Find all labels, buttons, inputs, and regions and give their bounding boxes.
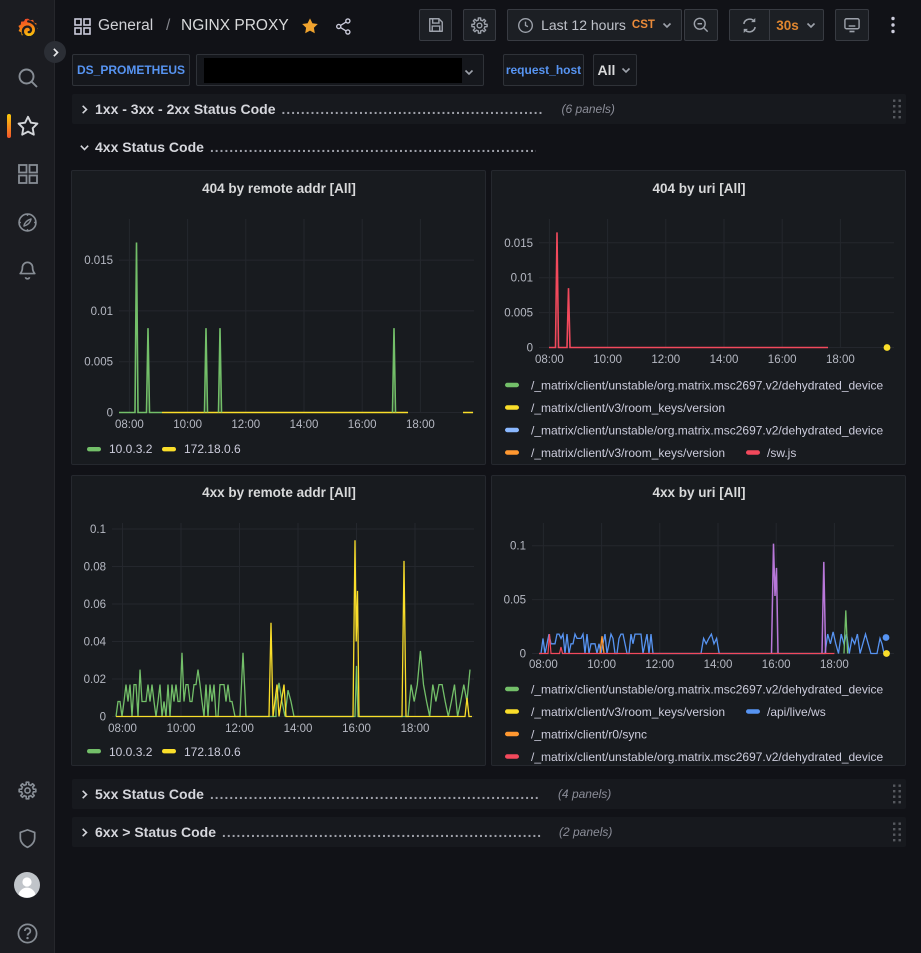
svg-text:16:00: 16:00 <box>348 419 377 431</box>
svg-text:14:00: 14:00 <box>284 723 313 735</box>
svg-text:12:00: 12:00 <box>225 723 254 735</box>
svg-text:404 by remote addr [All]: 404 by remote addr [All] <box>202 181 356 196</box>
svg-text:10:00: 10:00 <box>167 723 196 735</box>
svg-text:08:00: 08:00 <box>108 723 137 735</box>
svg-text:/sw.js: /sw.js <box>767 446 796 460</box>
svg-text:08:00: 08:00 <box>529 659 558 671</box>
svg-text:/_matrix/client/v3/room_keys/v: /_matrix/client/v3/room_keys/version <box>531 401 725 415</box>
svg-text:4xx by uri [All]: 4xx by uri [All] <box>652 485 745 500</box>
svg-text:0.05: 0.05 <box>504 595 526 607</box>
svg-text:0.02: 0.02 <box>84 674 106 686</box>
svg-text:0: 0 <box>100 712 106 724</box>
svg-text:12:00: 12:00 <box>645 659 674 671</box>
svg-text:4xx by remote addr [All]: 4xx by remote addr [All] <box>202 485 356 500</box>
svg-text:18:00: 18:00 <box>401 723 430 735</box>
svg-text:12:00: 12:00 <box>231 419 260 431</box>
svg-text:0.1: 0.1 <box>510 541 526 553</box>
svg-text:10:00: 10:00 <box>587 659 616 671</box>
svg-text:0.01: 0.01 <box>511 273 533 285</box>
svg-text:0: 0 <box>107 408 113 420</box>
svg-text:16:00: 16:00 <box>342 723 371 735</box>
svg-text:12:00: 12:00 <box>651 354 680 366</box>
svg-text:/_matrix/client/v3/room_keys/v: /_matrix/client/v3/room_keys/version <box>531 446 725 460</box>
svg-text:/_matrix/client/r0/sync: /_matrix/client/r0/sync <box>531 727 647 741</box>
svg-text:0.015: 0.015 <box>504 238 533 250</box>
svg-text:18:00: 18:00 <box>820 659 849 671</box>
svg-text:16:00: 16:00 <box>762 659 791 671</box>
svg-text:0.01: 0.01 <box>91 306 113 318</box>
svg-text:0.015: 0.015 <box>84 255 113 267</box>
svg-text:14:00: 14:00 <box>704 659 733 671</box>
svg-text:/api/live/ws: /api/live/ws <box>767 705 826 719</box>
svg-text:172.18.0.6: 172.18.0.6 <box>184 442 241 456</box>
svg-text:16:00: 16:00 <box>768 354 797 366</box>
svg-text:/_matrix/client/unstable/org.m: /_matrix/client/unstable/org.matrix.msc2… <box>531 378 884 392</box>
svg-text:0: 0 <box>520 649 526 661</box>
svg-text:0.005: 0.005 <box>84 357 113 369</box>
svg-text:10:00: 10:00 <box>173 419 202 431</box>
svg-text:18:00: 18:00 <box>406 419 435 431</box>
svg-text:0.08: 0.08 <box>84 562 106 574</box>
svg-text:172.18.0.6: 172.18.0.6 <box>184 745 241 759</box>
svg-text:/_matrix/client/unstable/org.m: /_matrix/client/unstable/org.matrix.msc2… <box>531 750 884 764</box>
svg-text:10:00: 10:00 <box>593 354 622 366</box>
svg-text:0: 0 <box>527 343 533 355</box>
svg-text:08:00: 08:00 <box>535 354 564 366</box>
svg-text:14:00: 14:00 <box>290 419 319 431</box>
svg-text:14:00: 14:00 <box>710 354 739 366</box>
svg-text:/_matrix/client/unstable/org.m: /_matrix/client/unstable/org.matrix.msc2… <box>531 423 884 437</box>
svg-text:18:00: 18:00 <box>826 354 855 366</box>
svg-text:08:00: 08:00 <box>115 419 144 431</box>
svg-text:10.0.3.2: 10.0.3.2 <box>109 745 153 759</box>
svg-text:10.0.3.2: 10.0.3.2 <box>109 442 153 456</box>
svg-text:0.1: 0.1 <box>90 524 106 536</box>
svg-text:0.005: 0.005 <box>504 308 533 320</box>
svg-text:/_matrix/client/v3/room_keys/v: /_matrix/client/v3/room_keys/version <box>531 705 725 719</box>
svg-text:0.06: 0.06 <box>84 599 106 611</box>
svg-text:0.04: 0.04 <box>84 637 107 649</box>
svg-text:404 by uri [All]: 404 by uri [All] <box>652 181 745 196</box>
svg-text:/_matrix/client/unstable/org.m: /_matrix/client/unstable/org.matrix.msc2… <box>531 682 884 696</box>
